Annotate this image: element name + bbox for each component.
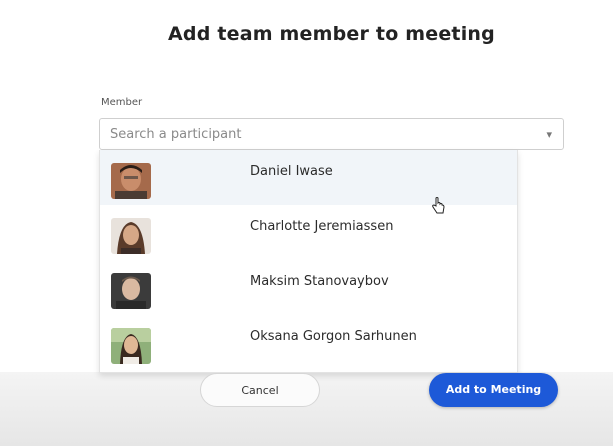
participant-option[interactable]: Maksim Stanovaybov	[100, 260, 517, 315]
add-to-meeting-button[interactable]: Add to Meeting	[429, 373, 558, 407]
avatar	[111, 218, 151, 254]
participant-option[interactable]: Oksana Gorgon Sarhunen	[100, 315, 517, 370]
avatar	[111, 273, 151, 309]
member-field-label: Member	[101, 97, 143, 108]
participant-option[interactable]: Charlotte Jeremiassen	[100, 205, 517, 260]
participant-name: Maksim Stanovaybov	[250, 274, 389, 289]
participant-dropdown: Daniel Iwase Charlotte Jeremiassen Maksi…	[99, 150, 518, 373]
chevron-down-icon[interactable]: ▾	[546, 128, 552, 141]
avatar	[111, 163, 151, 199]
avatar	[111, 328, 151, 364]
cancel-button[interactable]: Cancel	[200, 373, 320, 407]
participant-name: Daniel Iwase	[250, 164, 333, 179]
participant-select[interactable]: Search a participant ▾	[99, 118, 564, 150]
participant-name: Oksana Gorgon Sarhunen	[250, 329, 417, 344]
participant-name: Charlotte Jeremiassen	[250, 219, 394, 234]
participant-option[interactable]: Daniel Iwase	[100, 150, 517, 205]
hand-cursor-icon	[432, 197, 445, 214]
page-title: Add team member to meeting	[168, 23, 495, 45]
search-input-placeholder[interactable]: Search a participant	[110, 127, 241, 142]
